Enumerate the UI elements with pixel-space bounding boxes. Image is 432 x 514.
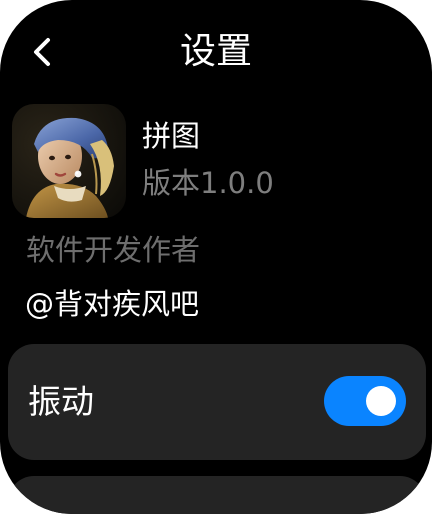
developer-label: 软件开发作者 — [26, 233, 201, 267]
developer-name: @背对疾风吧 — [25, 287, 200, 321]
toggle-knob — [366, 386, 396, 416]
vibration-setting-row[interactable]: 振动 — [8, 344, 426, 460]
next-setting-row[interactable] — [8, 476, 426, 514]
app-info: 拼图 版本1.0.0 — [12, 102, 412, 220]
painting-icon — [12, 104, 126, 218]
app-name: 拼图 — [142, 119, 201, 153]
app-icon — [12, 104, 126, 218]
header: 设置 — [0, 24, 432, 80]
vibration-label: 振动 — [28, 382, 94, 421]
vibration-toggle[interactable] — [324, 376, 406, 426]
watch-screen: 设置 拼图 版本1.0.0 软件开发作者 @背对疾风吧 振动 — [0, 0, 432, 514]
page-title: 设置 — [179, 31, 252, 72]
app-version: 版本1.0.0 — [142, 166, 274, 200]
